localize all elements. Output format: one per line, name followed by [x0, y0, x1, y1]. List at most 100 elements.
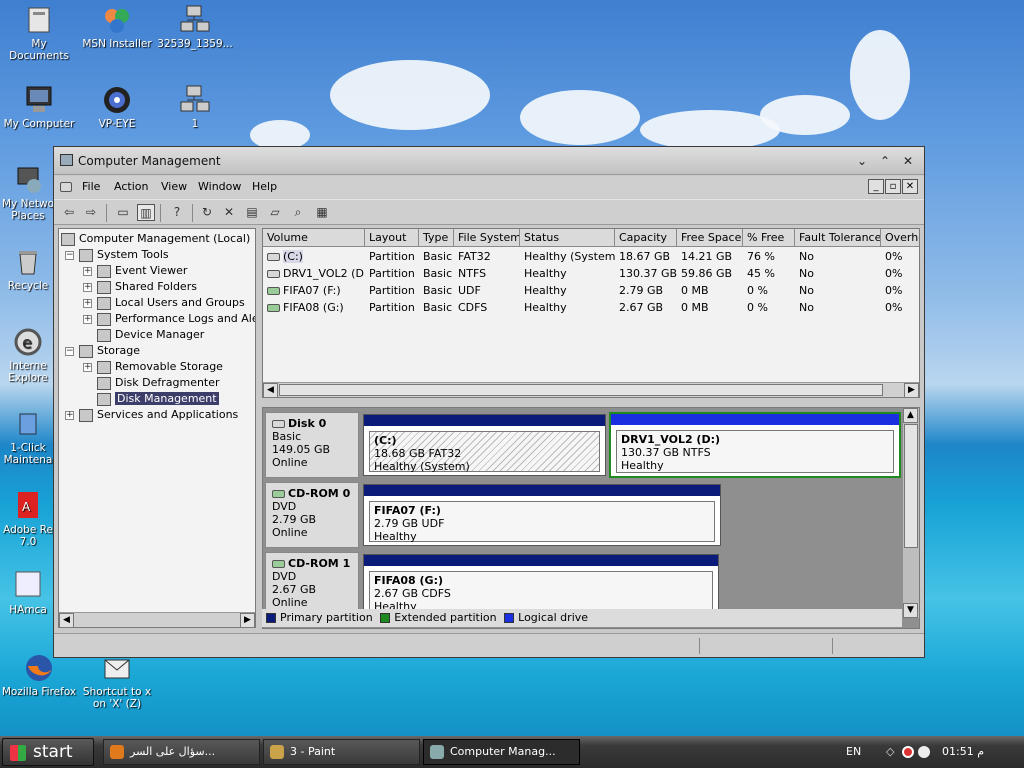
- table-row[interactable]: (C:) Partition Basic FAT32 Healthy (Syst…: [263, 248, 919, 265]
- minimize-button[interactable]: ⌄: [854, 153, 870, 169]
- menu-action[interactable]: Action: [114, 180, 148, 193]
- tree-item-local-users[interactable]: Local Users and Groups: [97, 295, 245, 311]
- partition-d[interactable]: DRV1_VOL2 (D:) 130.37 GB NTFS Healthy: [609, 412, 901, 478]
- disk-label-cdrom0[interactable]: CD-ROM 0 DVD 2.79 GB Online: [265, 482, 359, 548]
- back-arrow-icon[interactable]: ⇦: [60, 204, 78, 221]
- taskbar-firefox[interactable]: سؤال على السر...: [103, 739, 260, 765]
- column-layout[interactable]: Layout: [365, 229, 419, 247]
- desktop-icon-msn-installer[interactable]: MSN Installer: [78, 4, 156, 50]
- scroll-thumb[interactable]: [904, 424, 918, 548]
- partition-c[interactable]: (C:) 18.68 GB FAT32 Healthy (System): [363, 414, 606, 476]
- scroll-down-icon[interactable]: ▼: [903, 603, 918, 618]
- disk-vertical-scrollbar[interactable]: ▲ ▼: [903, 408, 919, 618]
- up-folder-icon[interactable]: ▭: [114, 204, 132, 221]
- show-tree-icon[interactable]: ▥: [137, 204, 155, 221]
- column-fault-tolerance[interactable]: Fault Tolerance: [795, 229, 881, 247]
- table-row[interactable]: DRV1_VOL2 (D:) Partition Basic NTFS Heal…: [263, 265, 919, 282]
- refresh-icon[interactable]: ↻: [198, 204, 216, 221]
- expand-icon[interactable]: +: [83, 315, 92, 324]
- table-row[interactable]: FIFA08 (G:) Partition Basic CDFS Healthy…: [263, 299, 919, 316]
- close-button[interactable]: ✕: [900, 153, 916, 169]
- column-percent-free[interactable]: % Free: [743, 229, 795, 247]
- clock[interactable]: 01:51 م: [942, 736, 984, 768]
- desktop-icon-firefox[interactable]: Mozilla Firefox: [0, 652, 78, 698]
- disk-label-disk0[interactable]: Disk 0 Basic 149.05 GB Online: [265, 412, 359, 478]
- desktop-icon-shortcut-x[interactable]: Shortcut to x on 'X' (Z): [78, 652, 156, 710]
- mdi-minimize-button[interactable]: _: [868, 179, 884, 194]
- help-icon[interactable]: ?: [168, 204, 186, 221]
- column-capacity[interactable]: Capacity: [615, 229, 677, 247]
- expand-icon[interactable]: +: [83, 363, 92, 372]
- taskbar-computer-management[interactable]: Computer Manag...: [423, 739, 580, 765]
- column-file-system[interactable]: File System: [454, 229, 520, 247]
- tree-root[interactable]: Computer Management (Local): [61, 231, 250, 247]
- column-type[interactable]: Type: [419, 229, 454, 247]
- tree-item-disk-management[interactable]: Disk Management: [97, 391, 219, 407]
- desktop-icon-label: Interne Explore: [8, 360, 48, 384]
- volume-horizontal-scrollbar[interactable]: ◀ ▶: [263, 382, 919, 397]
- mdi-close-button[interactable]: ✕: [902, 179, 918, 194]
- menu-help[interactable]: Help: [252, 180, 277, 193]
- desktop-icon-vp-eye[interactable]: VP-EYE: [78, 84, 156, 130]
- scroll-right-icon[interactable]: ▶: [240, 613, 255, 627]
- desktop-icon-network-file[interactable]: 32539_1359...: [156, 4, 234, 50]
- desktop-icon-recycle[interactable]: Recycle: [0, 246, 56, 292]
- title-bar[interactable]: Computer Management ⌄ ⌃ ✕: [54, 147, 924, 175]
- scroll-thumb[interactable]: [279, 384, 883, 396]
- tree-item-event-viewer[interactable]: Event Viewer: [97, 263, 187, 279]
- start-button[interactable]: start: [2, 738, 94, 766]
- tree-item-shared-folders[interactable]: Shared Folders: [97, 279, 197, 295]
- partition-g[interactable]: FIFA08 (G:) 2.67 GB CDFS Healthy: [363, 554, 719, 616]
- desktop-icon-network-places[interactable]: My Netwo Places: [0, 164, 56, 222]
- desktop-icon-my-documents[interactable]: My Documents: [0, 4, 78, 62]
- tree-item-storage[interactable]: Storage: [79, 343, 140, 359]
- desktop-icon-hamca[interactable]: HAmca: [0, 570, 56, 616]
- open-folder-icon[interactable]: ▱: [266, 204, 284, 221]
- forward-arrow-icon[interactable]: ⇨: [82, 204, 100, 221]
- scroll-left-icon[interactable]: ◀: [59, 613, 74, 627]
- mdi-restore-button[interactable]: ▫: [885, 179, 901, 194]
- column-volume[interactable]: Volume: [263, 229, 365, 247]
- search-icon[interactable]: ⌕: [289, 204, 307, 221]
- device-manager-icon: [97, 328, 111, 342]
- expand-icon[interactable]: +: [83, 267, 92, 276]
- collapse-icon[interactable]: −: [65, 251, 74, 260]
- tree-item-label: Shared Folders: [115, 280, 197, 293]
- tree-item-services[interactable]: Services and Applications: [79, 407, 238, 423]
- tray-diamond-icon[interactable]: ◇: [886, 736, 894, 768]
- column-overhead[interactable]: Overhe: [881, 229, 919, 247]
- expand-icon[interactable]: +: [83, 283, 92, 292]
- tree-item-disk-defragmenter[interactable]: Disk Defragmenter: [97, 375, 220, 391]
- tray-clock-icon[interactable]: [918, 746, 930, 758]
- scroll-up-icon[interactable]: ▲: [903, 408, 918, 423]
- column-status[interactable]: Status: [520, 229, 615, 247]
- delete-icon[interactable]: ✕: [220, 204, 238, 221]
- desktop-icon-my-computer[interactable]: My Computer: [0, 84, 78, 130]
- tree-item-performance-logs[interactable]: Performance Logs and Alerts: [97, 311, 255, 327]
- settings-icon[interactable]: ▦: [313, 204, 331, 221]
- language-indicator[interactable]: EN: [846, 736, 861, 768]
- table-row[interactable]: FIFA07 (F:) Partition Basic UDF Healthy …: [263, 282, 919, 299]
- properties-icon[interactable]: ▤: [243, 204, 261, 221]
- menu-view[interactable]: View: [161, 180, 187, 193]
- scroll-right-icon[interactable]: ▶: [904, 383, 919, 397]
- scroll-left-icon[interactable]: ◀: [263, 383, 278, 397]
- tray-antivirus-icon[interactable]: [902, 746, 914, 758]
- menu-window[interactable]: Window: [198, 180, 241, 193]
- tree-item-removable-storage[interactable]: Removable Storage: [97, 359, 223, 375]
- column-free-space[interactable]: Free Space: [677, 229, 743, 247]
- partition-f[interactable]: FIFA07 (F:) 2.79 GB UDF Healthy: [363, 484, 721, 546]
- desktop-icon-1-click[interactable]: 1-Click Maintena: [0, 408, 56, 466]
- expand-icon[interactable]: +: [83, 299, 92, 308]
- desktop-icon-adobe-reader[interactable]: A Adobe Re 7.0: [0, 490, 56, 548]
- menu-file[interactable]: File: [82, 180, 100, 193]
- desktop-icon-internet-explorer[interactable]: e Interne Explore: [0, 326, 56, 384]
- collapse-icon[interactable]: −: [65, 347, 74, 356]
- tree-horizontal-scrollbar[interactable]: ◀ ▶: [59, 612, 255, 627]
- expand-icon[interactable]: +: [65, 411, 74, 420]
- tree-item-device-manager[interactable]: Device Manager: [97, 327, 204, 343]
- desktop-icon-1[interactable]: 1: [156, 84, 234, 130]
- taskbar-paint[interactable]: 3 - Paint: [263, 739, 420, 765]
- maximize-button[interactable]: ⌃: [877, 153, 893, 169]
- tree-item-system-tools[interactable]: System Tools: [79, 247, 169, 263]
